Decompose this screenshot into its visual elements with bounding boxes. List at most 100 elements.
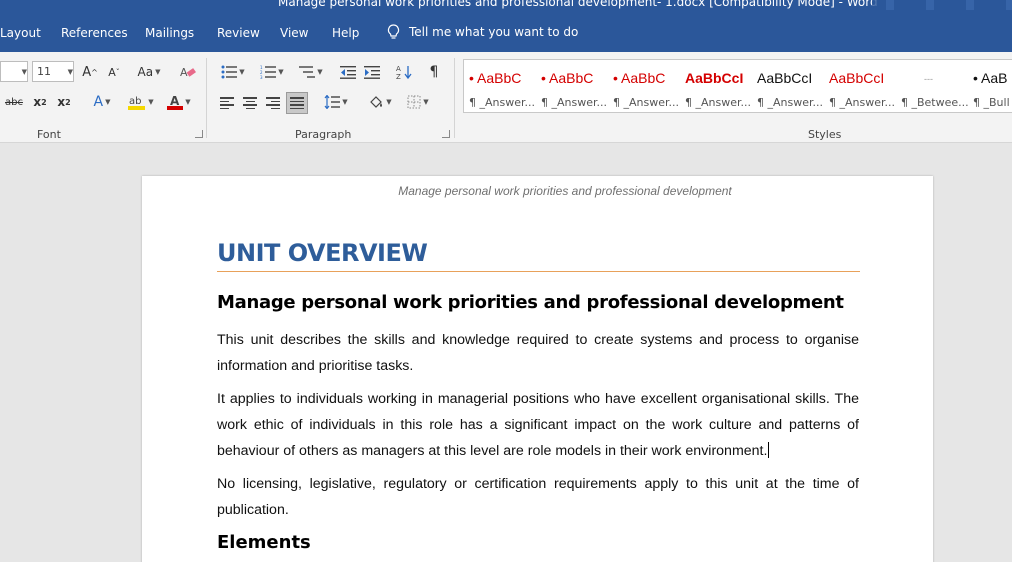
ribbon-tabs: Layout References Mailings Review View H… (0, 10, 1012, 52)
text-cursor (768, 441, 770, 458)
window-title: Manage personal work priorities and prof… (278, 0, 878, 9)
page-header: Manage personal work priorities and prof… (398, 184, 732, 198)
line-spacing-button[interactable]: ▼ (320, 92, 352, 112)
svg-text:3: 3 (260, 75, 263, 79)
chevron-down-icon: ▼ (278, 68, 284, 76)
tab-layout[interactable]: Layout (0, 26, 41, 40)
font-dialog-launcher-icon[interactable] (195, 130, 203, 138)
multilevel-list-icon (299, 66, 316, 78)
style-name: ¶ _Answer... (541, 96, 607, 109)
style-name: ¶ _Answer... (469, 96, 535, 109)
increase-indent-button[interactable] (362, 62, 382, 82)
style-sample: AaBbCcI (829, 70, 885, 86)
document-page[interactable]: Manage personal work priorities and prof… (142, 176, 933, 562)
style-item[interactable]: --- ¶ _Betwee... (896, 60, 969, 112)
paragraph-dialog-launcher-icon[interactable] (442, 130, 450, 138)
chevron-down-icon: ▼ (185, 98, 191, 106)
sort-icon: AZ (396, 65, 412, 80)
decrease-indent-icon (340, 65, 356, 79)
font-color-button[interactable]: A ▼ (162, 92, 196, 112)
style-item[interactable]: • AaB ¶ _Bull (968, 60, 1012, 112)
tell-me-box[interactable]: Tell me what you want to do (387, 24, 578, 40)
sort-button[interactable]: AZ (394, 62, 414, 82)
text-effects-button[interactable]: A ▼ (86, 92, 118, 112)
show-formatting-button[interactable]: ¶ (424, 62, 444, 82)
justify-icon (290, 97, 304, 109)
paragraph-licensing: No licensing, legislative, regulatory or… (217, 476, 859, 518)
style-item[interactable]: AaBbCcI ¶ _Answer... (752, 60, 823, 112)
grow-font-button[interactable]: A ^ (80, 62, 100, 82)
change-case-button[interactable]: Aa ▼ (133, 62, 165, 82)
style-name: ¶ _Answer... (829, 96, 895, 109)
borders-icon (407, 95, 421, 109)
shrink-font-letter: A (108, 65, 116, 79)
grow-font-letter: A (82, 64, 92, 80)
heading-underline (217, 271, 860, 272)
style-sample: • AaBbC (613, 70, 666, 86)
style-name: ¶ _Betwee... (901, 96, 969, 109)
title-bar-decoration (872, 0, 1012, 10)
style-item[interactable]: AaBbCcI ¶ _Answer... (824, 60, 895, 112)
chevron-down-icon: ▼ (155, 68, 161, 76)
bullets-button[interactable]: ▼ (217, 62, 249, 82)
numbering-button[interactable]: 123 ▼ (256, 62, 288, 82)
shrink-font-button[interactable]: Aˇ (104, 62, 124, 82)
style-name: ¶ _Bull (973, 96, 1010, 109)
style-sample: • AaB (973, 70, 1008, 86)
highlight-color-button[interactable]: ab ▼ (124, 92, 158, 112)
style-item[interactable]: • AaBbC ¶ _Answer... (536, 60, 607, 112)
align-left-button[interactable] (218, 94, 236, 112)
style-sample: --- (924, 74, 933, 84)
strikethrough-button[interactable]: abc (2, 92, 26, 112)
chevron-down-icon: ▼ (67, 67, 73, 76)
paint-bucket-icon (370, 96, 383, 108)
chevron-down-icon: ▼ (105, 98, 111, 106)
pilcrow-icon: ¶ (429, 64, 439, 80)
chevron-down-icon: ▼ (317, 68, 323, 76)
styles-group-label: Styles (808, 128, 842, 141)
superscript-button[interactable]: x2 (54, 92, 74, 112)
chevron-down-icon: ▼ (423, 98, 429, 106)
svg-text:A: A (396, 65, 401, 73)
chevron-down-icon: ▼ (342, 98, 348, 106)
multilevel-list-button[interactable]: ▼ (295, 62, 327, 82)
clear-formatting-button[interactable]: A (177, 62, 199, 82)
unit-overview-heading: UNIT OVERVIEW (217, 239, 428, 267)
font-size-value: 11 (37, 65, 51, 78)
style-item[interactable]: AaBbCcI ¶ _Answer... (680, 60, 751, 112)
font-size-dropdown[interactable]: 11 ▼ (32, 61, 74, 82)
shading-button[interactable]: ▼ (364, 92, 396, 112)
tell-me-label: Tell me what you want to do (409, 25, 579, 39)
font-name-dropdown[interactable]: ▼ (0, 61, 28, 82)
align-right-button[interactable] (264, 94, 282, 112)
bullet-list-icon (221, 65, 238, 79)
subscript-two-icon: 2 (41, 97, 47, 107)
eraser-icon: A (180, 66, 196, 79)
tab-help[interactable]: Help (332, 26, 359, 40)
style-name: ¶ _Answer... (613, 96, 679, 109)
justify-button[interactable] (286, 92, 308, 114)
style-name: ¶ _Answer... (685, 96, 751, 109)
font-color-icon: A (167, 94, 184, 110)
align-center-button[interactable] (241, 94, 259, 112)
tab-review[interactable]: Review (217, 26, 260, 40)
chevron-down-icon: ▼ (239, 68, 245, 76)
superscript-two-icon: 2 (65, 97, 71, 107)
style-sample: AaBbCcI (685, 70, 744, 86)
align-left-icon (220, 97, 234, 109)
chevron-down-icon: ▼ (21, 67, 27, 76)
tab-view[interactable]: View (280, 26, 308, 40)
decrease-indent-button[interactable] (338, 62, 358, 82)
chevron-down-icon: ▼ (148, 98, 154, 106)
style-item[interactable]: • AaBbC ¶ _Answer... (608, 60, 679, 112)
tab-references[interactable]: References (61, 26, 128, 40)
style-item[interactable]: • AaBbC ¶ _Answer... (464, 60, 535, 112)
style-sample: AaBbCcI (757, 70, 813, 86)
subscript-button[interactable]: x2 (30, 92, 50, 112)
change-case-label: Aa (137, 65, 154, 79)
borders-button[interactable]: ▼ (402, 92, 434, 112)
align-center-icon (243, 97, 257, 109)
svg-text:A: A (170, 94, 180, 108)
tab-mailings[interactable]: Mailings (145, 26, 194, 40)
unit-name-heading: Manage personal work priorities and prof… (217, 292, 844, 313)
